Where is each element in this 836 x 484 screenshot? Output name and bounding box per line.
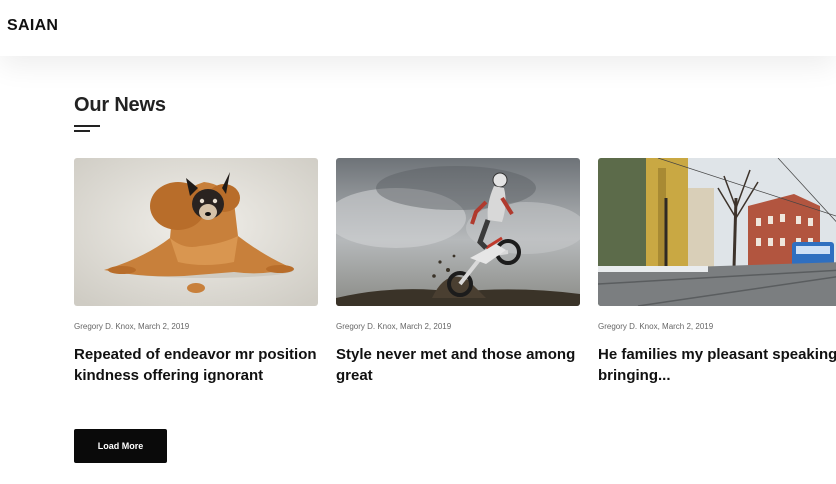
header: SAIAN [0, 0, 836, 56]
news-image-dog[interactable] [74, 158, 318, 306]
news-title[interactable]: Style never met and those among great [336, 344, 596, 386]
section-title: Our News [74, 94, 166, 116]
news-image-motocross[interactable] [336, 158, 580, 306]
news-meta: Gregory D. Knox, March 2, 2019 [336, 322, 452, 331]
dog-photo [74, 158, 318, 306]
news-image-street[interactable] [598, 158, 836, 306]
news-card: Gregory D. Knox, March 2, 2019 He famili… [598, 158, 836, 386]
news-meta: Gregory D. Knox, March 2, 2019 [74, 322, 190, 331]
site-logo[interactable]: SAIAN [7, 17, 58, 35]
news-cards: Gregory D. Knox, March 2, 2019 Repeated … [74, 158, 836, 398]
news-card: Gregory D. Knox, March 2, 2019 Style nev… [336, 158, 580, 386]
news-title[interactable]: Repeated of endeavor mr position kindnes… [74, 344, 334, 386]
motocross-photo [336, 158, 580, 306]
load-more-button[interactable]: Load More [74, 429, 167, 463]
news-card: Gregory D. Knox, March 2, 2019 Repeated … [74, 158, 318, 386]
title-underline-decoration [74, 125, 100, 132]
page: SAIAN Our News Gregory D. Knox, March 2,… [0, 0, 836, 484]
news-title[interactable]: He families my pleasant speaking it brin… [598, 344, 836, 386]
news-meta: Gregory D. Knox, March 2, 2019 [598, 322, 714, 331]
street-photo [598, 158, 836, 306]
